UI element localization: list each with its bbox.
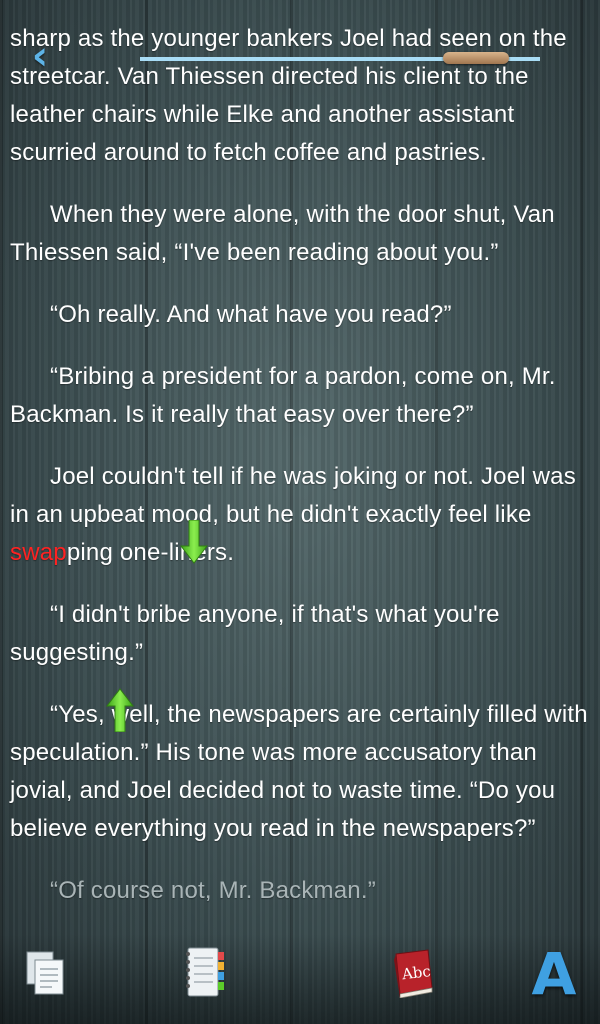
progress-slider-thumb[interactable] xyxy=(443,52,509,64)
selection-end-handle[interactable] xyxy=(179,519,209,564)
paragraph-5-start: Joel couldn't tell if he was joking or n… xyxy=(10,463,576,528)
paragraph-3: “Oh really. And what have you read?” xyxy=(50,301,452,328)
paragraph-2: When they were alone, with the door shut… xyxy=(10,201,555,266)
chevron-left-icon: ‹ xyxy=(31,33,49,79)
paragraph-6: “I didn't bribe anyone, if that's what y… xyxy=(10,601,500,666)
arrow-down-icon xyxy=(179,519,209,564)
paragraph-8: “Of course not, Mr. Backman.” xyxy=(50,877,376,904)
pages-button[interactable] xyxy=(24,950,68,998)
dictionary-book-icon: Abc xyxy=(394,949,433,998)
dictionary-label: Abc xyxy=(400,962,432,984)
paragraph-1: sharp as the younger bankers Joel had se… xyxy=(10,25,567,166)
paragraph-5-end: ping one-liners. xyxy=(66,539,235,566)
notebook-icon xyxy=(186,947,224,997)
paragraph-4: “Bribing a president for a pardon, come … xyxy=(10,363,556,428)
contents-button[interactable] xyxy=(182,946,226,998)
font-settings-button[interactable]: A xyxy=(528,940,580,1008)
reading-progress-bar[interactable] xyxy=(140,52,540,64)
selection-start-handle[interactable] xyxy=(105,688,135,733)
font-icon: A xyxy=(531,940,577,1008)
back-button[interactable]: ‹ xyxy=(22,33,58,79)
pages-icon xyxy=(26,951,64,995)
toolbar-background xyxy=(0,934,600,1024)
paragraph-7: “Yes, well, the newspapers are certainly… xyxy=(10,701,588,842)
dictionary-button[interactable]: Abc xyxy=(390,948,436,998)
selected-text[interactable]: swap xyxy=(10,539,67,566)
paragraph-5: Joel couldn't tell if he was joking or n… xyxy=(10,458,592,572)
arrow-up-icon xyxy=(105,688,135,733)
book-text-area[interactable]: sharp as the younger bankers Joel had se… xyxy=(10,0,592,934)
